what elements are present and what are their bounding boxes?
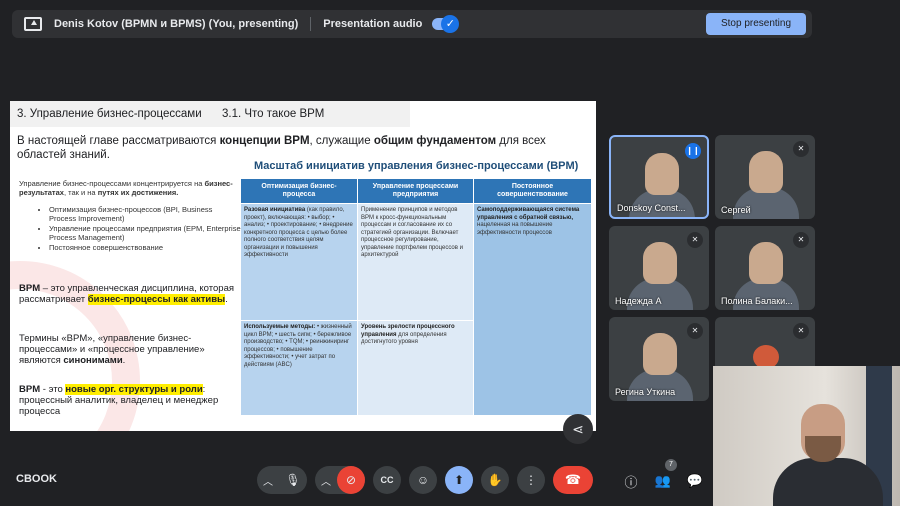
table-cell: Уровень зрелости процессного управления … [358,321,473,415]
participant-tile[interactable]: ✕ Сергей [715,135,815,219]
participant-name: Сергей [721,205,751,215]
self-view-video [713,366,900,506]
table-cell: Разовая инициатива (как правило, проект)… [241,204,357,320]
slide-intro: В настоящей главе рассматриваются концеп… [17,135,546,161]
mic-icon[interactable]: 🎙 [279,466,307,494]
participant-tile[interactable]: ❙❙ Donskoy Const... [609,135,709,219]
list-item: Постоянное совершенствование [49,243,241,252]
participant-face [749,242,783,284]
table-col-head: Управление процессами предприятия [358,179,473,203]
participant-tile[interactable]: ✕ Регина Уткина [609,317,709,401]
meet-window: Denis Kotov (BPMN и BPMS) (You, presenti… [0,0,900,506]
people-icon[interactable]: 👥 [652,470,674,492]
presenting-title: Denis Kotov (BPMN и BPMS) (You, presenti… [54,18,299,30]
chat-icon[interactable]: 💬 [684,470,706,492]
end-call-button[interactable]: ☎ [553,466,593,494]
presentation-audio-label: Presentation audio [323,18,423,30]
table-cell: Применение принципов и методов BPM к кро… [358,204,473,320]
participant-name: Donskoy Const... [617,203,686,213]
mic-off-icon: ✕ [793,141,809,157]
mic-off-icon: ✕ [793,232,809,248]
table-cell: Используемые методы: • жизненный цикл BP… [241,321,357,415]
table-cell: Самоподдерживающаяся система управления … [474,204,591,415]
participant-name: Надежда А [615,296,662,306]
info-icon[interactable]: ⓘ [620,470,642,492]
mic-off-icon: ✕ [687,232,703,248]
table-col-head: Оптимизация бизнес-процесса [241,179,357,203]
present-now-icon[interactable]: ⬆ [445,466,473,494]
camera-off-icon[interactable]: ⊘ [337,466,365,494]
bpm-scope-table: Оптимизация бизнес-процесса Управление п… [241,179,591,415]
call-controls: ︿ 🎙 ︿ ⊘ CC ☺ ⬆ ✋ ⋮ ☎ [257,466,593,494]
share-icon[interactable]: ⋖ [563,414,593,444]
mic-off-icon: ✕ [687,323,703,339]
mic-off-icon: ✕ [793,323,809,339]
presentation-audio-toggle[interactable]: ✓ [432,15,460,33]
captions-icon[interactable]: CC [373,466,401,494]
chevron-up-icon[interactable]: ︿ [315,473,337,488]
table-col-head: Постоянное совершенствование [474,179,591,203]
stop-presenting-button[interactable]: Stop presenting [706,13,806,35]
speaking-icon: ❙❙ [685,143,701,159]
meeting-code: CBOOK [16,473,57,485]
slide-bullet-list: Оптимизация бизнес-процессов (BPI, Busin… [49,205,241,252]
raise-hand-icon[interactable]: ✋ [481,466,509,494]
mic-control: ︿ 🎙 [257,466,307,494]
slide-section: 3. Управление бизнес-процессами [17,108,202,120]
check-icon: ✓ [441,15,460,33]
self-view-body [773,458,883,506]
people-count-badge: 7 [665,459,677,471]
slide-subsection: 3.1. Что такое BPM [222,108,325,120]
list-item: Управление процессами предприятия (EPM, … [49,224,241,242]
participant-face [643,242,677,284]
slide-definition-3: BPM - это новые орг. структуры и роли: п… [19,384,219,417]
divider [310,17,312,31]
shared-slide: 3. Управление бизнес-процессами 3.1. Что… [10,101,596,431]
participant-tile[interactable]: ✕ Надежда А [609,226,709,310]
camera-control: ︿ ⊘ [315,466,365,494]
slide-definition-2: Термины «BPM», «управление бизнес-процес… [19,333,205,366]
table-title: Масштаб инициатив управления бизнес-проц… [254,160,579,172]
participant-tile[interactable]: ✕ Полина Балаки... [715,226,815,310]
participant-name: Полина Балаки... [721,296,793,306]
present-screen-icon [24,17,42,31]
participant-face [749,151,783,193]
presenting-bar: Denis Kotov (BPMN и BPMS) (You, presenti… [12,10,812,38]
list-item: Оптимизация бизнес-процессов (BPI, Busin… [49,205,241,223]
emoji-icon[interactable]: ☺ [409,466,437,494]
slide-left-text: Управление бизнес-процессами концентриру… [19,179,241,253]
chevron-up-icon[interactable]: ︿ [257,473,279,488]
slide-definition-1: BPM – это управленческая дисциплина, кот… [19,283,234,305]
participant-face [643,333,677,375]
participant-name: Регина Уткина [615,387,676,397]
more-options-icon[interactable]: ⋮ [517,466,545,494]
participant-face [645,153,679,195]
